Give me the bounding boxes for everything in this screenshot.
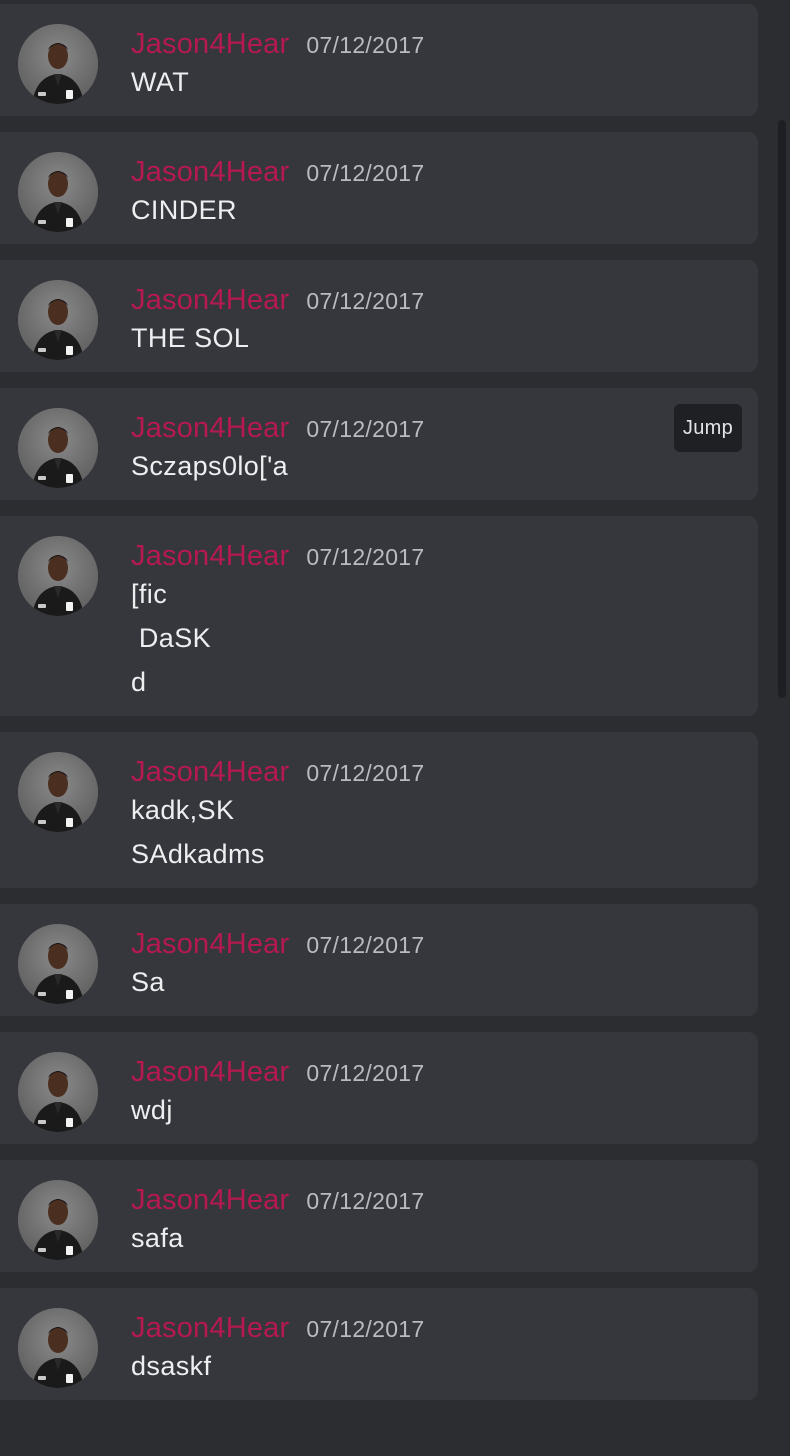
- author-name[interactable]: Jason4Hear: [131, 756, 289, 788]
- message-timestamp: 07/12/2017: [306, 32, 425, 58]
- message-timestamp: 07/12/2017: [306, 1188, 425, 1214]
- message-header: Jason4Hear 07/12/2017: [131, 156, 678, 188]
- message-card[interactable]: Jason4Hear 07/12/2017 safa: [0, 1160, 758, 1272]
- message-text-line: Sa: [131, 967, 165, 997]
- jump-button[interactable]: Jump: [673, 404, 742, 452]
- message-body: Sczaps0lo['a: [131, 444, 678, 488]
- message-text-line: WAT: [131, 67, 190, 97]
- message-header: Jason4Hear 07/12/2017: [131, 756, 678, 788]
- message-timestamp: 07/12/2017: [306, 544, 425, 570]
- avatar[interactable]: [18, 924, 98, 1004]
- avatar-image-icon: [18, 1052, 98, 1132]
- avatar[interactable]: [18, 24, 98, 104]
- message-card[interactable]: Jason4Hear 07/12/2017 dsaskf: [0, 1288, 758, 1400]
- author-name[interactable]: Jason4Hear: [131, 540, 289, 572]
- message-timestamp: 07/12/2017: [306, 1316, 425, 1342]
- avatar[interactable]: [18, 1180, 98, 1260]
- message-timestamp: 07/12/2017: [306, 160, 425, 186]
- author-name[interactable]: Jason4Hear: [131, 412, 289, 444]
- avatar-image-icon: [18, 24, 98, 104]
- avatar[interactable]: [18, 536, 98, 616]
- message-card[interactable]: Jason4Hear 07/12/2017 [fic DaSK d: [0, 516, 758, 716]
- avatar-image-icon: [18, 408, 98, 488]
- message-text-line: safa: [131, 1223, 184, 1253]
- message-text-line: Sczaps0lo['a: [131, 451, 289, 481]
- message-text-line: [fic: [131, 579, 168, 609]
- avatar-image-icon: [18, 152, 98, 232]
- avatar[interactable]: [18, 280, 98, 360]
- avatar-image-icon: [18, 280, 98, 360]
- avatar[interactable]: [18, 152, 98, 232]
- message-text-line: d: [131, 667, 147, 697]
- avatar-image-icon: [18, 1180, 98, 1260]
- message-card[interactable]: Jason4Hear 07/12/2017 CINDER: [0, 132, 758, 244]
- message-timestamp: 07/12/2017: [306, 932, 425, 958]
- message-header: Jason4Hear 07/12/2017: [131, 928, 678, 960]
- message-header: Jason4Hear 07/12/2017: [131, 28, 678, 60]
- message-header: Jason4Hear 07/12/2017: [131, 1312, 678, 1344]
- author-name[interactable]: Jason4Hear: [131, 1056, 289, 1088]
- author-name[interactable]: Jason4Hear: [131, 28, 289, 60]
- author-name[interactable]: Jason4Hear: [131, 1312, 289, 1344]
- message-search-results: Jason4Hear 07/12/2017 WAT Jason4Hear 07/…: [0, 0, 790, 1456]
- message-card[interactable]: Jason4Hear 07/12/2017 kadk,SK SAdkadms: [0, 732, 758, 888]
- author-name[interactable]: Jason4Hear: [131, 1184, 289, 1216]
- message-text-line: kadk,SK: [131, 795, 235, 825]
- author-name[interactable]: Jason4Hear: [131, 284, 289, 316]
- message-card[interactable]: Jason4Hear 07/12/2017 Sa: [0, 904, 758, 1016]
- message-body: kadk,SK SAdkadms: [131, 788, 678, 876]
- avatar[interactable]: [18, 408, 98, 488]
- message-card[interactable]: Jason4Hear 07/12/2017 wdj: [0, 1032, 758, 1144]
- avatar-image-icon: [18, 924, 98, 1004]
- message-text-line: DaSK: [131, 623, 212, 653]
- message-body: WAT: [131, 60, 678, 104]
- message-header: Jason4Hear 07/12/2017: [131, 540, 678, 572]
- message-text-line: SAdkadms: [131, 839, 265, 869]
- message-body: dsaskf: [131, 1344, 678, 1388]
- message-timestamp: 07/12/2017: [306, 416, 425, 442]
- avatar[interactable]: [18, 1052, 98, 1132]
- message-body: Sa: [131, 960, 678, 1004]
- message-text-line: THE SOL: [131, 323, 250, 353]
- avatar-image-icon: [18, 752, 98, 832]
- avatar[interactable]: [18, 1308, 98, 1388]
- message-card[interactable]: Jason4Hear 07/12/2017 Sczaps0lo['a Jump: [0, 388, 758, 500]
- author-name[interactable]: Jason4Hear: [131, 928, 289, 960]
- message-text-line: CINDER: [131, 195, 237, 225]
- message-body: safa: [131, 1216, 678, 1260]
- message-body: wdj: [131, 1088, 678, 1132]
- message-header: Jason4Hear 07/12/2017: [131, 412, 678, 444]
- message-list: Jason4Hear 07/12/2017 WAT Jason4Hear 07/…: [0, 4, 758, 1416]
- message-text-line: wdj: [131, 1095, 173, 1125]
- message-timestamp: 07/12/2017: [306, 760, 425, 786]
- avatar-image-icon: [18, 1308, 98, 1388]
- message-body: THE SOL: [131, 316, 678, 360]
- message-timestamp: 07/12/2017: [306, 288, 425, 314]
- message-card[interactable]: Jason4Hear 07/12/2017 WAT: [0, 4, 758, 116]
- message-text-line: dsaskf: [131, 1351, 212, 1381]
- scrollbar-thumb[interactable]: [778, 120, 786, 698]
- message-card[interactable]: Jason4Hear 07/12/2017 THE SOL: [0, 260, 758, 372]
- avatar-image-icon: [18, 536, 98, 616]
- message-header: Jason4Hear 07/12/2017: [131, 284, 678, 316]
- avatar[interactable]: [18, 752, 98, 832]
- message-header: Jason4Hear 07/12/2017: [131, 1184, 678, 1216]
- author-name[interactable]: Jason4Hear: [131, 156, 289, 188]
- message-body: [fic DaSK d: [131, 572, 678, 704]
- message-body: CINDER: [131, 188, 678, 232]
- message-timestamp: 07/12/2017: [306, 1060, 425, 1086]
- message-header: Jason4Hear 07/12/2017: [131, 1056, 678, 1088]
